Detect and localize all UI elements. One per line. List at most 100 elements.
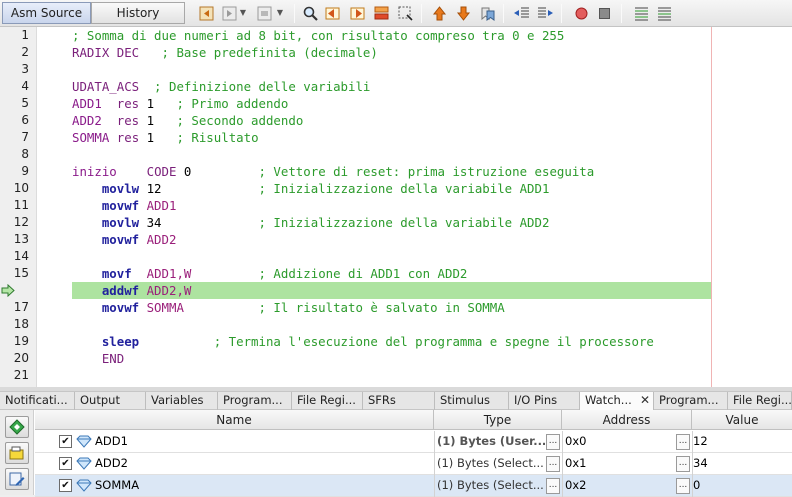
forward-dropdown-icon[interactable]: ▼	[239, 8, 247, 18]
code-token: ADD2	[72, 113, 102, 128]
code-line[interactable]: 19 sleep ; Termina l'esecuzione del prog…	[0, 333, 792, 350]
type-edit-button[interactable]: ...	[546, 478, 560, 494]
output-tab-label: Notificati...	[5, 393, 68, 407]
toggle-bookmark-icon[interactable]	[479, 5, 496, 22]
output-tab-label: Stimulus	[440, 393, 490, 407]
watch-value[interactable]: 34	[693, 453, 708, 474]
type-edit-button[interactable]: ...	[546, 434, 560, 450]
close-tab-icon[interactable]: ✕	[640, 392, 650, 409]
output-tab[interactable]: File Regi...	[292, 392, 363, 410]
code-token: ; Base predefinita (decimale)	[139, 45, 378, 60]
new-runtime-watch-icon[interactable]	[5, 442, 29, 464]
find-selection-icon[interactable]	[373, 5, 390, 22]
code-token: movlw	[72, 215, 140, 230]
address-edit-button[interactable]: ...	[676, 478, 690, 494]
select-region-icon[interactable]	[397, 5, 414, 22]
code-token: 1	[146, 96, 155, 111]
address-edit-button[interactable]: ...	[676, 434, 690, 450]
watch-row[interactable]: ✔ SOMMA (1) Bytes (Select...... 0x2... 0	[35, 475, 792, 497]
watch-type: (1) Bytes (User...	[437, 434, 545, 448]
code-line[interactable]: 10 movlw 12 ; Inizializzazione della var…	[0, 180, 792, 197]
code-line[interactable]: 11 movwf ADD1	[0, 197, 792, 214]
code-line[interactable]: 5 ADD1 res 1 ; Primo addendo	[0, 95, 792, 112]
toolbar-separator	[294, 4, 295, 23]
watches-panel: Name Type Address Value ✔ ADD1 (1) Bytes (…	[0, 410, 792, 497]
output-tab[interactable]: Watch... ✕	[580, 392, 654, 410]
output-tab[interactable]: File Regi...	[728, 392, 792, 410]
address-edit-button[interactable]: ...	[676, 456, 690, 472]
code-token: CODE	[116, 164, 184, 179]
watch-value[interactable]: 12	[693, 431, 708, 452]
code-line[interactable]: addwf ADD2,W	[0, 282, 792, 299]
code-line[interactable]: 13 movwf ADD2	[0, 231, 792, 248]
code-line[interactable]: 12 movlw 34 ; Inizializzazione della var…	[0, 214, 792, 231]
output-tab[interactable]: Program...	[654, 392, 728, 410]
last-edit-icon[interactable]	[256, 5, 273, 22]
column-type[interactable]: Type	[434, 410, 562, 430]
watch-enable-checkbox[interactable]: ✔	[59, 479, 72, 492]
code-line[interactable]: 17 movwf SOMMA ; Il risultato è salvato …	[0, 299, 792, 316]
code-line[interactable]: 9 inizio CODE 0 ; Vettore di reset: prima…	[0, 163, 792, 180]
code-line[interactable]: 20 END	[0, 350, 792, 367]
code-line[interactable]: 2 RADIX DEC ; Base predefinita (decimale)	[0, 44, 792, 61]
code-line[interactable]: 1 ; Somma di due numeri ad 8 bit, con ris…	[0, 27, 792, 44]
watch-row[interactable]: ✔ ADD2 (1) Bytes (Select...... 0x1... 34	[35, 453, 792, 475]
code-line[interactable]: 21	[0, 367, 792, 384]
code-line[interactable]: 15 movf ADD1,W ; Addizione di ADD1 con A…	[0, 265, 792, 282]
record-icon[interactable]	[573, 5, 590, 22]
watch-enable-checkbox[interactable]: ✔	[59, 435, 72, 448]
output-tab-label: SFRs	[368, 393, 396, 407]
output-tab[interactable]: I/O Pins	[509, 392, 580, 410]
code-text: SOMMA res 1 ; Risultato	[72, 129, 259, 146]
last-edit-dropdown-icon[interactable]: ▼	[276, 8, 284, 18]
code-line[interactable]: 18	[0, 316, 792, 333]
next-bookmark-icon[interactable]	[455, 5, 472, 22]
stop-icon[interactable]	[596, 5, 613, 22]
code-token: sleep	[72, 334, 140, 349]
output-tab[interactable]: Stimulus	[435, 392, 509, 410]
back-icon[interactable]	[198, 5, 215, 22]
watch-name: ADD2	[95, 456, 128, 470]
code-line[interactable]: 4 UDATA_ACS ; Definizione delle variabili	[0, 78, 792, 95]
code-line[interactable]: 8	[0, 146, 792, 163]
column-name[interactable]: Name	[35, 410, 434, 430]
line-number: 4	[21, 79, 29, 93]
watch-value[interactable]: 0	[693, 475, 700, 496]
shift-right-icon[interactable]	[537, 5, 554, 22]
find-icon[interactable]	[302, 5, 319, 22]
output-tab[interactable]: Program...	[218, 392, 292, 410]
column-address[interactable]: Address	[562, 410, 692, 430]
code-text: UDATA_ACS ; Definizione delle variabili	[72, 78, 370, 95]
tab-asm-source[interactable]: Asm Source	[2, 2, 91, 24]
code-text: ADD2 res 1 ; Secondo addendo	[72, 112, 303, 129]
code-token: ; Secondo addendo	[154, 113, 304, 128]
new-watch-icon[interactable]	[5, 416, 29, 438]
forward-icon[interactable]	[221, 5, 238, 22]
code-editor[interactable]: 1 ; Somma di due numeri ad 8 bit, con ris…	[0, 27, 792, 387]
code-line[interactable]: 6 ADD2 res 1 ; Secondo addendo	[0, 112, 792, 129]
watch-row[interactable]: ✔ ADD1 (1) Bytes (User...... 0x0... 12	[35, 431, 792, 453]
code-token: movwf	[72, 232, 140, 247]
find-prev-icon[interactable]	[325, 5, 342, 22]
find-next-icon[interactable]	[348, 5, 365, 22]
previous-bookmark-icon[interactable]	[431, 5, 448, 22]
code-line[interactable]: 7 SOMMA res 1 ; Risultato	[0, 129, 792, 146]
column-value[interactable]: Value	[692, 410, 792, 430]
code-token: ADD2	[139, 232, 177, 247]
watch-address: 0x0	[565, 434, 587, 448]
uncomment-icon[interactable]	[656, 5, 673, 22]
output-tab[interactable]: Notificati...	[0, 392, 75, 410]
output-tab[interactable]: SFRs	[363, 392, 435, 410]
tab-history[interactable]: History	[91, 2, 185, 24]
watch-options-icon[interactable]	[5, 468, 29, 490]
comment-icon[interactable]	[633, 5, 650, 22]
type-edit-button[interactable]: ...	[546, 456, 560, 472]
code-line[interactable]: 3	[0, 61, 792, 78]
watch-enable-checkbox[interactable]: ✔	[59, 457, 72, 470]
shift-left-icon[interactable]	[513, 5, 530, 22]
line-number: 2	[21, 45, 29, 59]
output-tab[interactable]: Output	[75, 392, 146, 410]
line-number: 6	[21, 113, 29, 127]
output-tab[interactable]: Variables	[146, 392, 218, 410]
code-line[interactable]: 14	[0, 248, 792, 265]
